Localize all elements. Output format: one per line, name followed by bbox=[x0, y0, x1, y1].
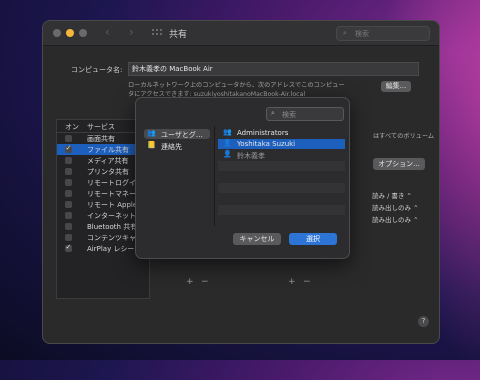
forward-chevron-icon[interactable]: › bbox=[129, 25, 134, 39]
user-label: Administrators bbox=[237, 129, 289, 137]
service-checkbox[interactable] bbox=[65, 243, 72, 252]
service-checkbox[interactable] bbox=[65, 157, 72, 164]
options-button[interactable]: オプション... bbox=[373, 158, 425, 170]
computer-name-field[interactable]: 鈴木義孝の MacBook Air bbox=[128, 62, 419, 76]
add-folder-button[interactable]: + bbox=[186, 277, 194, 287]
search-field[interactable]: ⌕ 検索 bbox=[336, 26, 430, 41]
service-label: プリンタ共有 bbox=[87, 168, 129, 176]
source-item-users-groups[interactable]: 👥 ユーザとグ… bbox=[144, 129, 210, 139]
permission-popup[interactable]: 読み / 書き ⌃ bbox=[372, 190, 412, 200]
user-label: 鈴木義孝 bbox=[237, 152, 265, 160]
users-group-icon: 👥 bbox=[147, 129, 156, 137]
service-checkbox[interactable] bbox=[65, 144, 72, 153]
service-checkbox[interactable] bbox=[65, 179, 72, 186]
user-picker-dialog: ⌕ 検索 👥 ユーザとグ… 📒 連絡先 👥 Administrators 👤 Y… bbox=[135, 97, 350, 259]
close-button[interactable] bbox=[53, 29, 61, 37]
group-icon: 👥 bbox=[223, 128, 232, 136]
add-user-button[interactable]: + bbox=[288, 277, 296, 287]
remove-folder-button[interactable]: − bbox=[201, 277, 209, 287]
search-icon: ⌕ bbox=[271, 109, 275, 117]
permission-popup[interactable]: 読み出しのみ ⌃ bbox=[372, 202, 419, 212]
service-label: メディア共有 bbox=[87, 157, 129, 165]
user-icon: 👤 bbox=[223, 139, 232, 147]
window-title: 共有 bbox=[169, 30, 188, 40]
select-button[interactable]: 選択 bbox=[289, 233, 337, 245]
empty-row bbox=[218, 205, 345, 215]
dialog-search-field[interactable]: ⌕ 検索 bbox=[266, 107, 344, 121]
user-list: 👥 Administrators 👤 Yoshitaka Suzuki 👤 鈴木… bbox=[218, 126, 345, 226]
back-chevron-icon[interactable]: ‹ bbox=[105, 25, 110, 39]
title-bar: ‹ › 共有 ⌕ 検索 bbox=[43, 21, 439, 46]
search-icon: ⌕ bbox=[343, 29, 347, 37]
zoom-button[interactable] bbox=[79, 29, 87, 37]
empty-row bbox=[218, 161, 345, 171]
empty-row bbox=[218, 183, 345, 193]
user-label: Yoshitaka Suzuki bbox=[237, 140, 296, 148]
service-label: Bluetooth 共有 bbox=[87, 223, 138, 231]
source-item-contacts[interactable]: 📒 連絡先 bbox=[144, 141, 210, 151]
service-label: 画面共有 bbox=[87, 135, 115, 143]
service-checkbox[interactable] bbox=[65, 190, 72, 197]
cancel-button[interactable]: キャンセル bbox=[233, 233, 281, 245]
edit-button[interactable]: 編集... bbox=[381, 81, 411, 92]
service-label: ファイル共有 bbox=[87, 146, 129, 154]
source-list: 👥 ユーザとグ… 📒 連絡先 bbox=[140, 126, 215, 226]
source-label: 連絡先 bbox=[161, 143, 182, 151]
permission-popup[interactable]: 読み出しのみ ⌃ bbox=[372, 214, 419, 224]
show-all-grid-icon[interactable] bbox=[151, 28, 162, 37]
search-placeholder: 検索 bbox=[355, 30, 369, 38]
service-checkbox[interactable] bbox=[65, 223, 72, 230]
volume-text: はすべてのボリューム bbox=[373, 133, 435, 140]
service-checkbox[interactable] bbox=[65, 168, 72, 175]
dialog-search-placeholder: 検索 bbox=[282, 111, 296, 119]
service-checkbox[interactable] bbox=[65, 201, 72, 208]
col-service-header: サービス bbox=[87, 123, 115, 131]
user-row-yoshitaka-suzuki[interactable]: 👤 Yoshitaka Suzuki bbox=[218, 139, 345, 149]
contacts-icon: 📒 bbox=[147, 141, 156, 149]
computer-name-label: コンピュータ名: bbox=[71, 66, 123, 74]
help-button[interactable]: ? bbox=[418, 316, 429, 327]
service-checkbox[interactable] bbox=[65, 135, 72, 142]
service-checkbox[interactable] bbox=[65, 234, 72, 241]
source-label: ユーザとグ… bbox=[161, 131, 203, 139]
minimize-button[interactable] bbox=[66, 29, 74, 37]
user-row-administrators[interactable]: 👥 Administrators bbox=[218, 128, 345, 138]
remove-user-button[interactable]: − bbox=[303, 277, 311, 287]
col-on-header: オン bbox=[65, 123, 79, 131]
user-row-sub[interactable]: 👤 鈴木義孝 bbox=[218, 150, 345, 160]
user-icon: 👤 bbox=[223, 150, 232, 158]
service-checkbox[interactable] bbox=[65, 212, 72, 219]
